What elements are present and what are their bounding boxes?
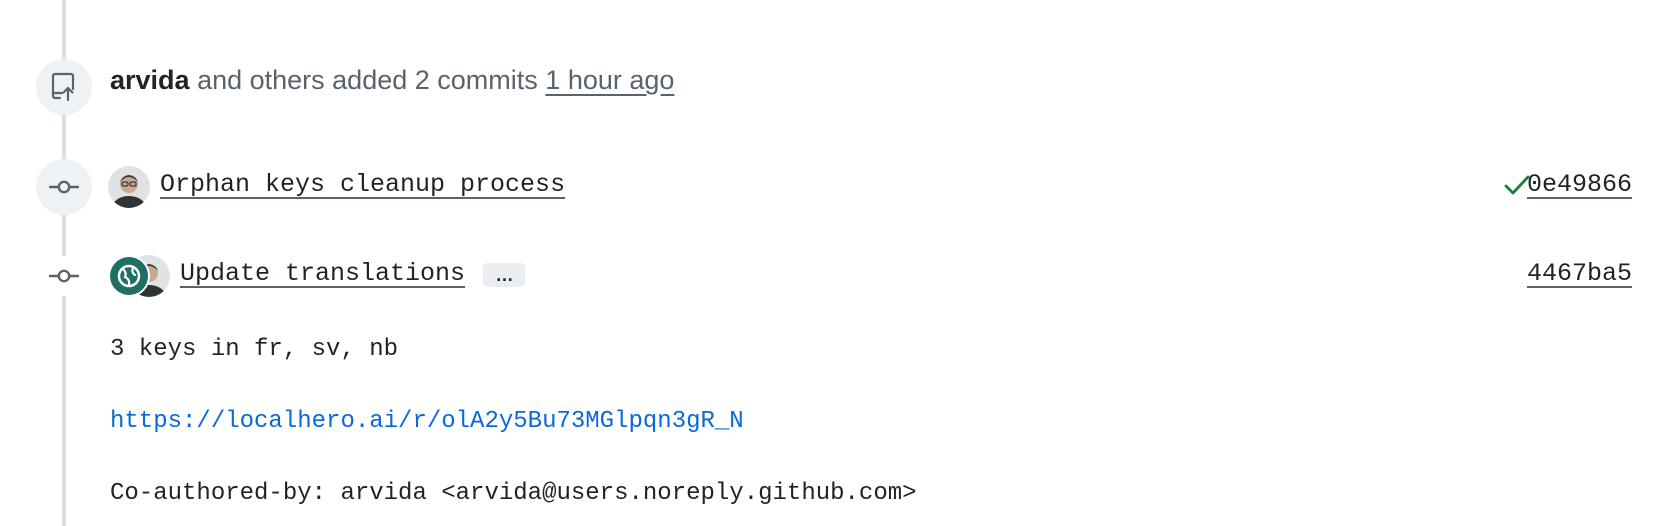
- expand-message-button[interactable]: …: [483, 263, 525, 287]
- git-commit-icon: [49, 269, 79, 283]
- push-event-text: arvida and others added 2 commits 1 hour…: [110, 65, 674, 96]
- event-description: and others added 2 commits: [197, 65, 538, 95]
- avatar[interactable]: [108, 166, 150, 208]
- commit-body-summary: 3 keys in fr, sv, nb: [110, 336, 399, 363]
- commit-body-coauthor: Co-authored-by: arvida <arvida@users.nor…: [110, 480, 917, 507]
- git-commit-icon: [49, 180, 79, 194]
- commit-row: Orphan keys cleanup process 0e49866: [108, 164, 1654, 210]
- commit-title-link[interactable]: Update translations: [180, 259, 465, 288]
- event-time-link[interactable]: 1 hour ago: [545, 65, 674, 95]
- push-event-badge: [36, 59, 92, 115]
- commit-sha-link[interactable]: 4467ba5: [1527, 259, 1632, 288]
- event-author-link[interactable]: arvida: [110, 65, 190, 95]
- ellipsis-icon: …: [495, 265, 514, 285]
- repo-push-icon: [51, 72, 75, 102]
- commit-node-badge: [36, 159, 92, 215]
- bot-avatar[interactable]: [108, 255, 150, 297]
- commit-sha-link[interactable]: 0e49866: [1527, 170, 1632, 199]
- commit-title-link[interactable]: Orphan keys cleanup process: [160, 170, 565, 199]
- commit-body-link[interactable]: https://localhero.ai/r/olA2y5Bu73MGlpqn3…: [110, 408, 744, 435]
- commit-row: Update translations … 4467ba5: [108, 253, 1654, 299]
- commit-node-badge: [44, 256, 84, 296]
